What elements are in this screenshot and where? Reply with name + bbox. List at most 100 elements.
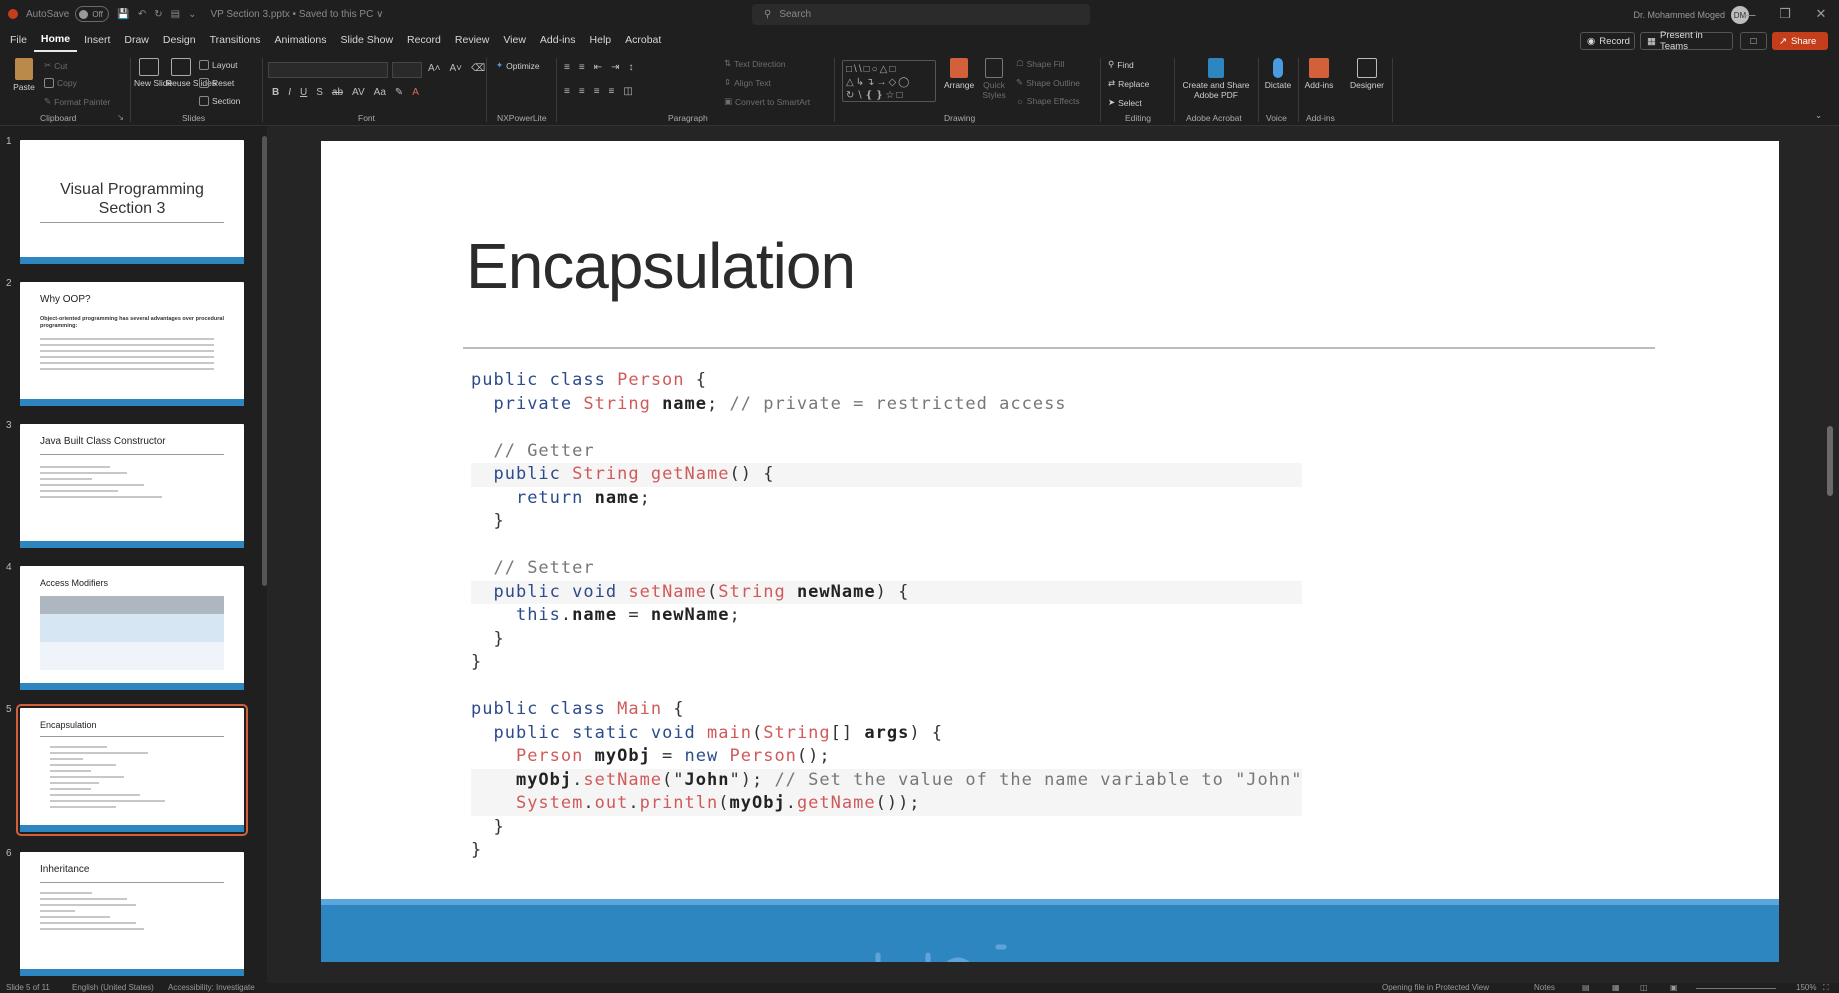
font-color-icon[interactable]: A [412, 87, 419, 98]
increase-indent-icon[interactable]: ⇥ [611, 62, 619, 73]
dictate-button[interactable]: Dictate [1262, 58, 1294, 90]
shape-fill-button[interactable]: ☖ Shape Fill [1016, 58, 1064, 69]
share-button[interactable]: ↗ Share [1772, 32, 1828, 50]
shapes-gallery[interactable]: □\\□○△□ △↳↴→◇◯ ↻∖❴❵☆□ [842, 60, 936, 102]
grow-font-icon[interactable]: A˄ [428, 63, 441, 74]
slide-thumbnail-4[interactable]: Access Modifiers [20, 566, 244, 690]
paste-button[interactable]: Paste [10, 58, 38, 92]
shape-effects-button[interactable]: ☼ Shape Effects [1016, 96, 1080, 106]
tab-draw[interactable]: Draw [117, 28, 156, 52]
clear-format-icon[interactable]: ⌫ [471, 63, 485, 74]
align-center-icon[interactable]: ≡ [579, 86, 585, 97]
convert-smartart-button[interactable]: ▣ Convert to SmartArt [724, 96, 810, 107]
search-box[interactable]: ⚲ Search [752, 4, 1090, 25]
notes-button[interactable]: Notes [1534, 983, 1555, 992]
comments-button[interactable]: □ [1740, 32, 1767, 50]
tab-add-ins[interactable]: Add-ins [533, 28, 583, 52]
cut-button[interactable]: ✂ Cut [44, 60, 67, 71]
reset-button[interactable]: Reset [199, 78, 234, 88]
create-share-pdf-button[interactable]: Create and Share Adobe PDF [1180, 58, 1252, 100]
decrease-indent-icon[interactable]: ⇤ [594, 62, 602, 73]
minimize-button[interactable]: — [1731, 0, 1767, 28]
char-spacing-icon[interactable]: AV [352, 87, 365, 98]
present-in-teams-button[interactable]: ▦ Present in Teams [1640, 30, 1733, 52]
close-button[interactable]: ✕ [1803, 0, 1839, 28]
copy-button[interactable]: Copy [44, 78, 77, 88]
numbering-icon[interactable]: ≡ [579, 62, 585, 73]
bold-icon[interactable]: B [272, 87, 279, 98]
tab-transitions[interactable]: Transitions [203, 28, 268, 52]
find-button[interactable]: ⚲ Find [1108, 59, 1134, 70]
layout-button[interactable]: Layout [199, 60, 238, 70]
font-family-select[interactable] [268, 62, 388, 78]
tab-animations[interactable]: Animations [268, 28, 334, 52]
tab-acrobat[interactable]: Acrobat [618, 28, 668, 52]
fit-slide-icon[interactable]: ⛶ [1823, 983, 1829, 993]
reuse-slides-button[interactable]: Reuse Slides [166, 58, 216, 88]
tab-file[interactable]: File [3, 28, 34, 52]
tab-home[interactable]: Home [33, 28, 78, 52]
designer-button[interactable]: Designer [1348, 58, 1386, 90]
text-direction-button[interactable]: ⇅ Text Direction [724, 58, 786, 69]
start-from-beginning-icon[interactable]: ▤ [171, 9, 180, 20]
justify-icon[interactable]: ≡ [609, 86, 615, 97]
slide-thumbnail-1[interactable]: Visual Programming Section 3 [20, 140, 244, 264]
slide-canvas[interactable]: Encapsulation public class Person { priv… [321, 141, 1779, 962]
language-indicator[interactable]: English (United States) [72, 983, 154, 992]
columns-icon[interactable]: ◫ [623, 86, 632, 97]
zoom-slider[interactable] [1696, 988, 1776, 989]
shrink-font-icon[interactable]: A˅ [450, 63, 463, 74]
highlight-icon[interactable]: ✎ [395, 87, 403, 98]
align-left-icon[interactable]: ≡ [564, 86, 570, 97]
optimize-button[interactable]: ✦ Optimize [496, 60, 540, 71]
qat-more-icon[interactable]: ⌄ [188, 9, 196, 20]
document-title[interactable]: VP Section 3.pptx • Saved to this PC ∨ [210, 9, 383, 20]
tab-slide-show[interactable]: Slide Show [334, 28, 401, 52]
slideshow-view-icon[interactable]: ▣ [1670, 983, 1678, 992]
tab-record[interactable]: Record [400, 28, 448, 52]
strikethrough-icon[interactable]: ab [332, 87, 343, 98]
tab-help[interactable]: Help [583, 28, 619, 52]
code-block[interactable]: public class Person { private String nam… [471, 369, 1303, 863]
autosave-toggle[interactable]: Off [75, 6, 110, 22]
change-case-icon[interactable]: Aa [374, 87, 386, 98]
clipboard-launcher-icon[interactable]: ↘ [117, 112, 124, 123]
bullets-icon[interactable]: ≡ [564, 62, 570, 73]
align-right-icon[interactable]: ≡ [594, 86, 600, 97]
zoom-level[interactable]: 150% [1796, 983, 1816, 992]
save-icon[interactable]: 💾 [117, 9, 129, 20]
shadow-icon[interactable]: S [316, 87, 323, 98]
tab-design[interactable]: Design [156, 28, 203, 52]
normal-view-icon[interactable]: ▤ [1582, 983, 1590, 992]
redo-icon[interactable]: ↻ [154, 9, 162, 20]
select-button[interactable]: ➤ Select [1108, 97, 1142, 108]
slide-thumbnail-6[interactable]: Inheritance [20, 852, 244, 976]
tab-review[interactable]: Review [448, 28, 496, 52]
add-ins-button[interactable]: Add-ins [1302, 58, 1336, 90]
slide-thumbnail-5[interactable]: Encapsulation [16, 704, 248, 836]
arrange-button[interactable]: Arrange [944, 58, 974, 90]
slide-thumbnail-3[interactable]: Java Built Class Constructor [20, 424, 244, 548]
quick-styles-button[interactable]: Quick Styles [978, 58, 1010, 100]
underline-icon[interactable]: U [300, 87, 307, 98]
editor-scrollbar[interactable] [1827, 426, 1833, 496]
section-button[interactable]: Section [199, 96, 240, 106]
align-text-button[interactable]: ⇕ Align Text [724, 77, 771, 88]
reading-view-icon[interactable]: ◫ [1640, 983, 1648, 992]
font-size-select[interactable] [392, 62, 422, 78]
slide-title[interactable]: Encapsulation [466, 229, 856, 303]
restore-button[interactable]: ❒ [1767, 0, 1803, 28]
tab-insert[interactable]: Insert [77, 28, 117, 52]
collapse-ribbon-icon[interactable]: ⌄ [1815, 110, 1822, 121]
new-slide-button[interactable]: New Slide [134, 58, 172, 88]
slide-thumbnail-2[interactable]: Why OOP? Object-oriented programming has… [20, 282, 244, 406]
italic-icon[interactable]: I [288, 87, 291, 98]
replace-button[interactable]: ⇄ Replace [1108, 78, 1149, 89]
accessibility-status[interactable]: Accessibility: Investigate [168, 983, 255, 992]
undo-icon[interactable]: ↶ [138, 9, 146, 20]
slide-sorter-icon[interactable]: ▦ [1612, 983, 1620, 992]
record-button[interactable]: ◉ Record [1580, 32, 1635, 50]
format-painter-button[interactable]: ✎ Format Painter [44, 96, 110, 107]
tab-view[interactable]: View [496, 28, 533, 52]
shape-outline-button[interactable]: ✎ Shape Outline [1016, 77, 1080, 88]
